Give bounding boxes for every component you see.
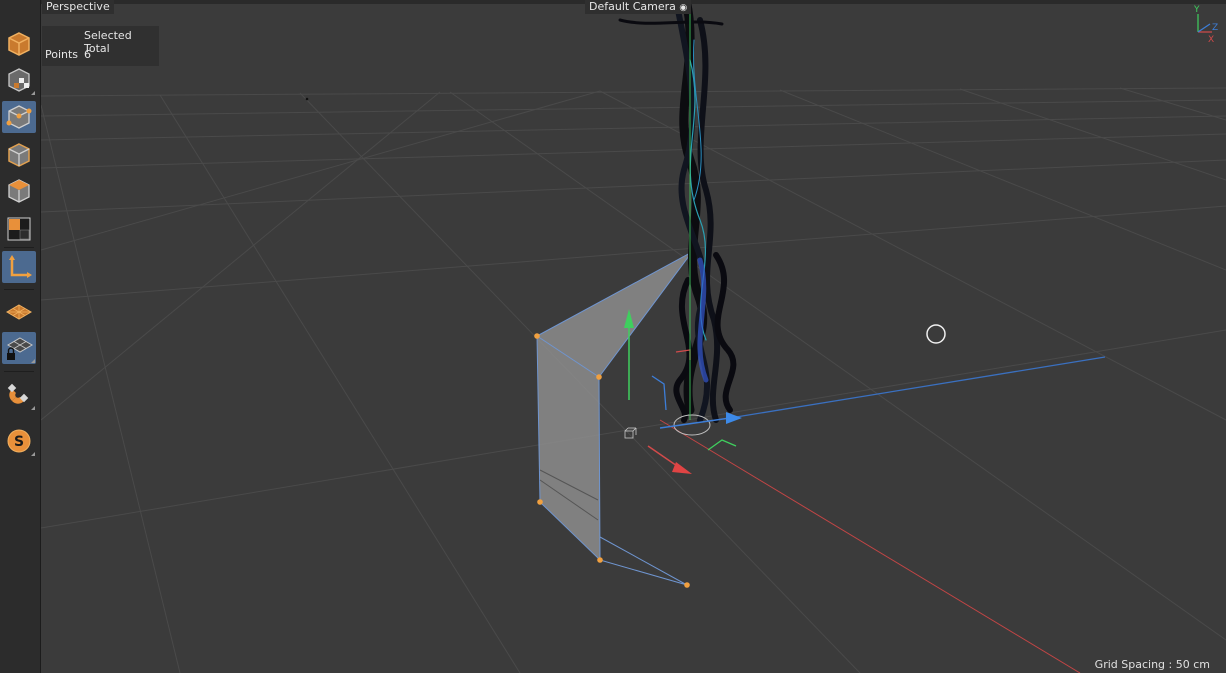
snap-button[interactable]: S bbox=[2, 425, 36, 457]
axis-orientation-gizmo: Y Z X bbox=[1193, 5, 1218, 45]
scene-canvas[interactable]: Y Z X bbox=[41, 0, 1226, 673]
model-mode-icon bbox=[8, 32, 30, 56]
edges-mode-icon bbox=[8, 143, 30, 167]
camera-name-text: Default Camera bbox=[589, 0, 676, 13]
world-x-axis-line bbox=[659, 419, 1081, 673]
stats-row-value: 6 bbox=[84, 48, 91, 61]
locked-workplane-button[interactable] bbox=[2, 332, 36, 364]
floor-grid bbox=[41, 87, 1226, 673]
polygons-mode-icon bbox=[8, 179, 30, 203]
axis-mode-icon bbox=[9, 255, 32, 278]
axis-x-label: X bbox=[1208, 35, 1214, 45]
view-name-label[interactable]: Perspective bbox=[42, 0, 114, 14]
selection-stats-hud: Selected Total Points 6 bbox=[42, 26, 159, 66]
gizmo-plane-yz bbox=[651, 375, 667, 411]
uv-mode-button[interactable] bbox=[2, 213, 36, 245]
locked-workplane-icon bbox=[7, 337, 33, 360]
svg-text:S: S bbox=[14, 434, 24, 450]
brush-cursor-icon bbox=[926, 324, 946, 344]
magnet-button[interactable] bbox=[2, 379, 36, 411]
stray-point bbox=[305, 97, 309, 101]
stats-header: Selected Total bbox=[84, 29, 132, 55]
axis-mode-button[interactable] bbox=[2, 251, 36, 283]
model-mode-button[interactable] bbox=[2, 28, 36, 60]
texture-mode-button[interactable] bbox=[2, 64, 36, 96]
polygons-mode-button[interactable] bbox=[2, 175, 36, 207]
points-mode-button[interactable] bbox=[2, 101, 36, 133]
workplane-button[interactable] bbox=[2, 297, 36, 329]
grid-spacing-label: Grid Spacing : bbox=[1094, 658, 1173, 671]
edges-mode-button[interactable] bbox=[2, 139, 36, 171]
grid-spacing-readout: Grid Spacing : 50 cm bbox=[1095, 658, 1210, 671]
gizmo-plane-xz bbox=[707, 439, 737, 451]
texture-mode-icon bbox=[8, 68, 30, 92]
world-z-axis-line bbox=[729, 356, 1106, 419]
hair-strands-object[interactable] bbox=[618, 0, 737, 436]
points-mode-icon bbox=[6, 105, 32, 129]
tool-palette: S bbox=[0, 0, 41, 673]
magnet-icon bbox=[7, 383, 29, 404]
snap-icon: S bbox=[7, 429, 31, 453]
stats-row-label: Points bbox=[45, 48, 79, 61]
gizmo-z-arrow bbox=[726, 412, 742, 424]
camera-name-label[interactable]: Default Camera ◉ bbox=[585, 0, 692, 14]
uv-mode-icon bbox=[7, 217, 31, 241]
axis-z-label: Z bbox=[1212, 23, 1218, 33]
workplane-icon bbox=[6, 304, 32, 320]
axis-y-label: Y bbox=[1193, 5, 1200, 15]
grid-spacing-value: 50 cm bbox=[1175, 658, 1210, 671]
camera-icon: ◉ bbox=[679, 3, 688, 13]
3d-viewport[interactable]: Y Z X bbox=[41, 0, 1226, 673]
